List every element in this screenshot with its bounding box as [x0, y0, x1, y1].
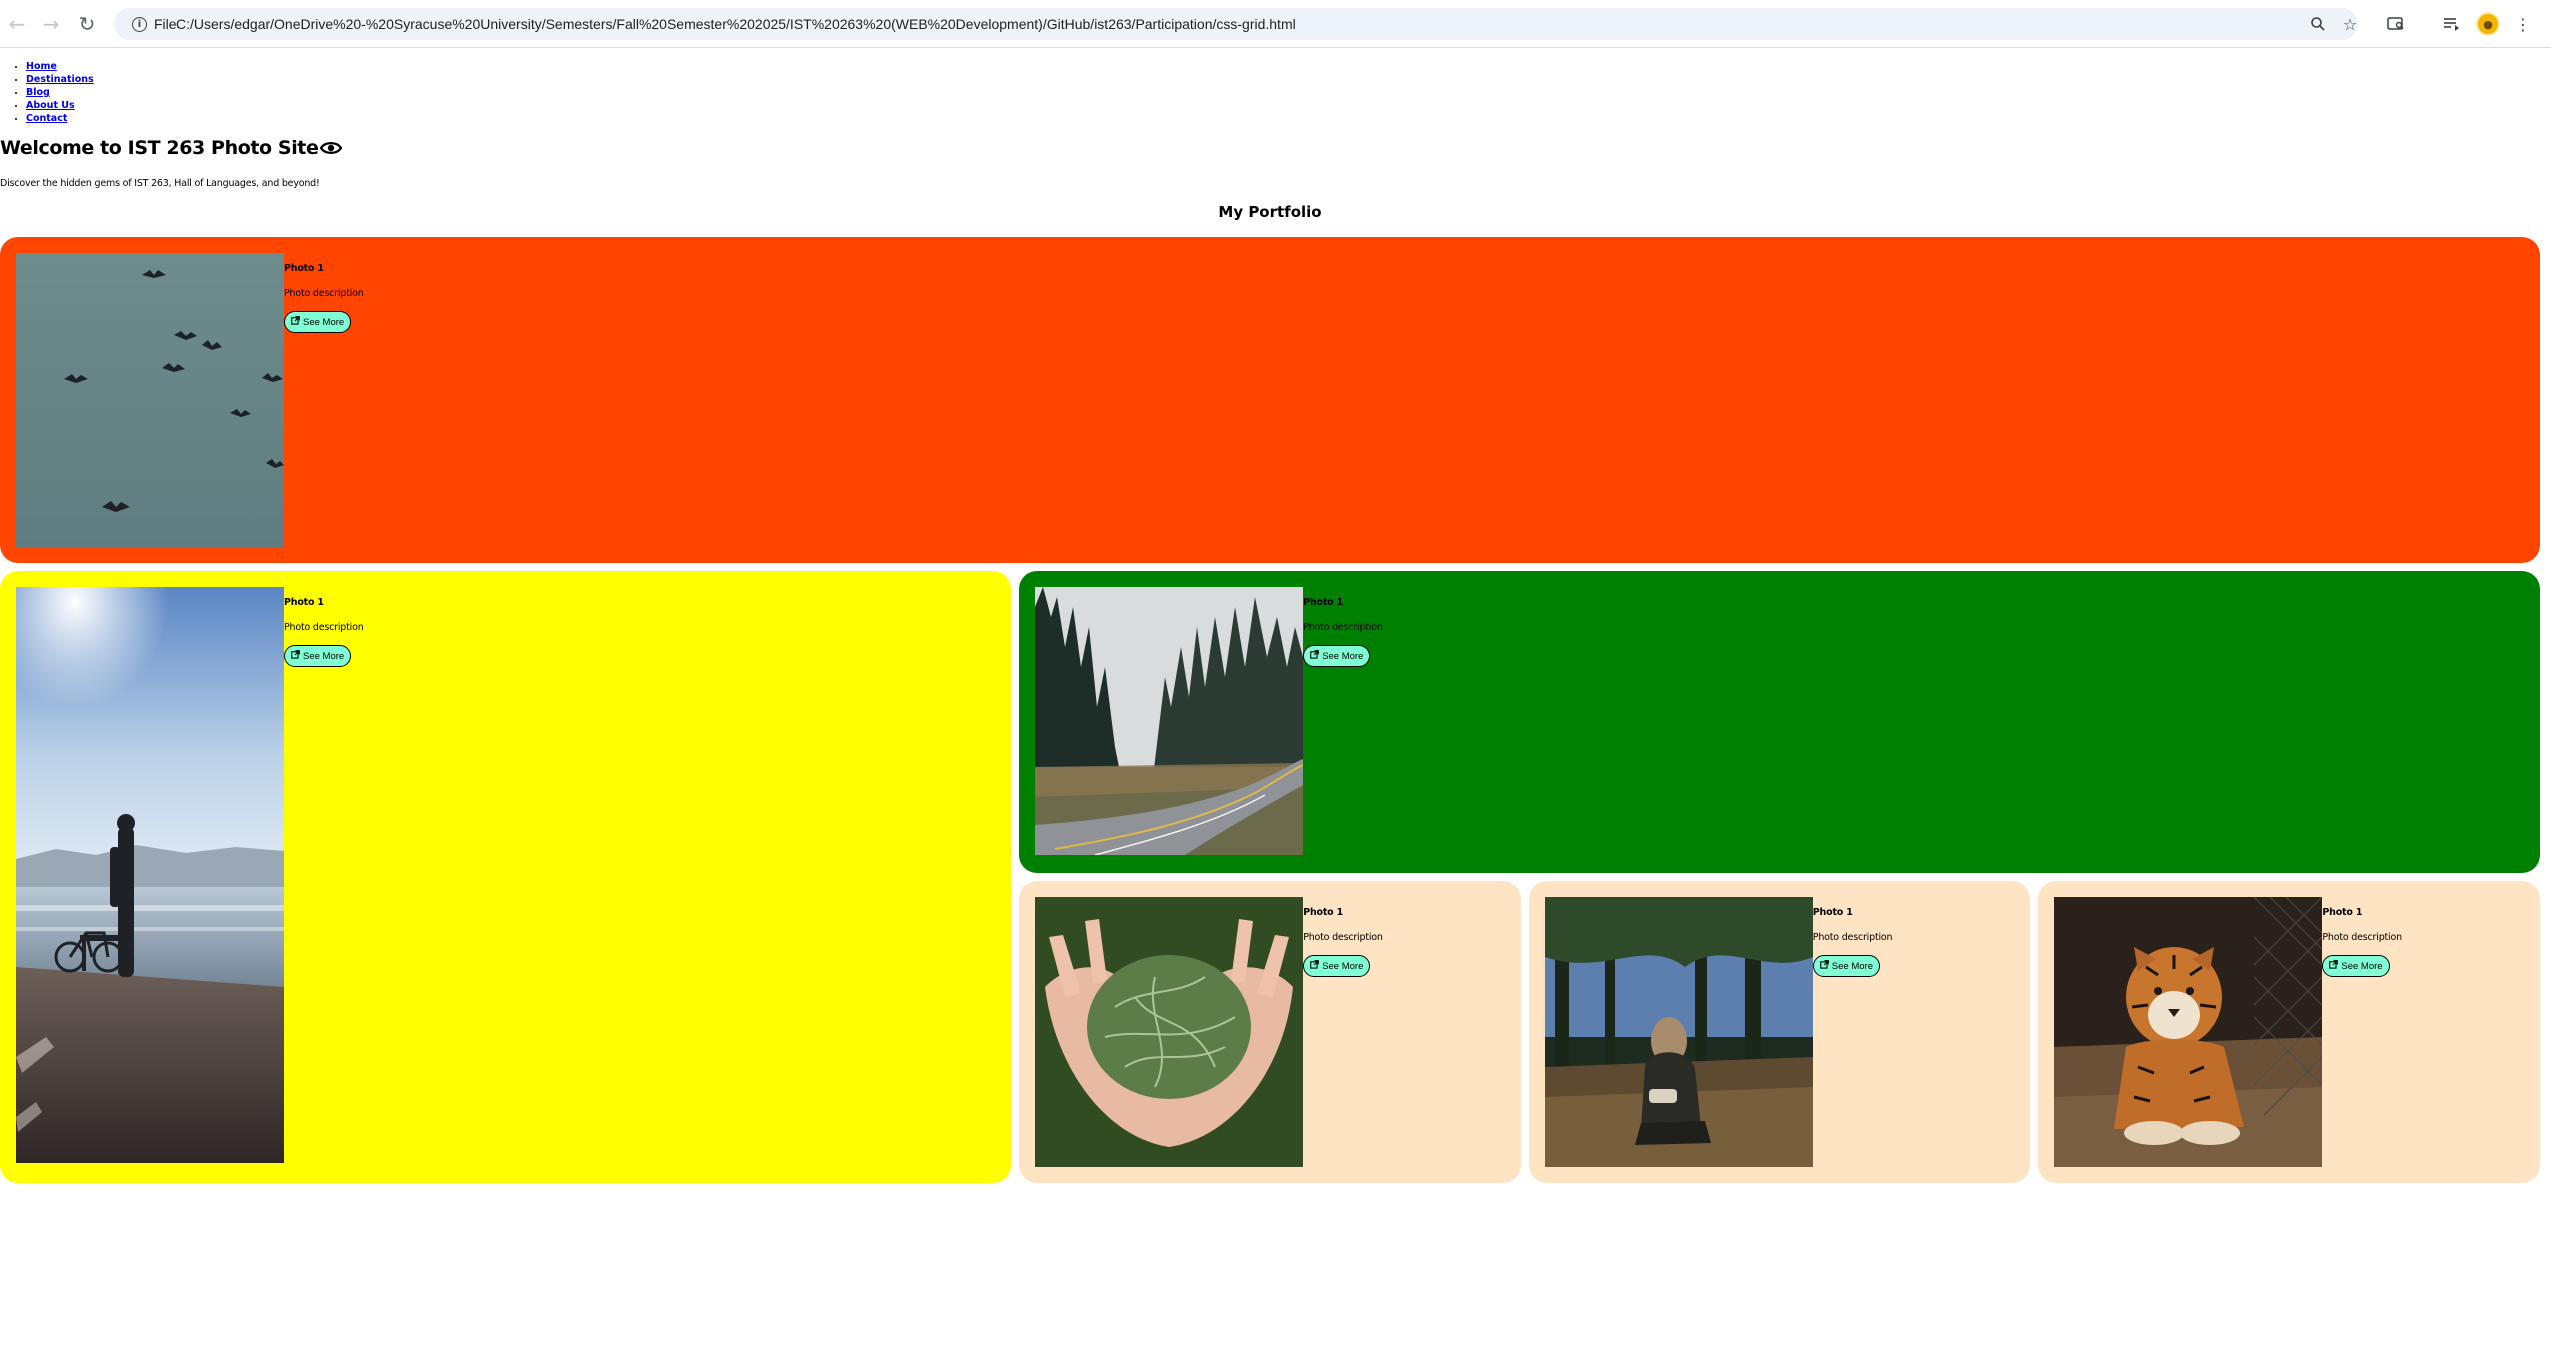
nav-item-contact: Contact — [26, 112, 94, 125]
portfolio-card: Photo 1 Photo description See More — [0, 237, 2540, 563]
portfolio-card: Photo 1 Photo description See More — [0, 571, 1012, 1183]
birds-photo — [16, 253, 284, 547]
more-menu-icon[interactable]: ⋮ — [2510, 11, 2536, 37]
photo-title: Photo 1 — [1812, 907, 1853, 918]
hands-pine-photo — [1035, 897, 1304, 1167]
see-more-button[interactable]: See More — [284, 645, 352, 667]
nav-link-destinations[interactable]: Destinations — [26, 74, 94, 85]
info-icon: i — [132, 16, 147, 32]
site-nav: Home Destinations Blog About Us Contact — [26, 60, 94, 125]
photo-title: Photo 1 — [284, 597, 324, 608]
woman-forest-photo — [1544, 897, 1813, 1167]
address-bar[interactable]: i File C:/Users/edgar/OneDrive%20-%20Syr… — [114, 8, 2358, 40]
nav-link-about[interactable]: About Us — [26, 100, 75, 111]
page-title-text: Welcome to IST 263 Photo Site — [0, 137, 319, 159]
see-more-button[interactable]: See More — [284, 311, 352, 333]
portfolio-card: Photo 1 Photo description See More — [1528, 881, 2031, 1183]
photo-description: Photo description — [284, 288, 364, 299]
card-text: Photo 1 Photo description See More — [284, 587, 364, 667]
nav-item-about: About Us — [26, 99, 94, 112]
card-text: Photo 1 Photo description See More — [2322, 897, 2402, 977]
portfolio-grid: Photo 1 Photo description See More Photo… — [0, 237, 2540, 1229]
tiger-photo — [2054, 897, 2323, 1167]
photo-description: Photo description — [284, 622, 364, 633]
reload-icon[interactable]: ↻ — [74, 11, 100, 37]
photo-description: Photo description — [1303, 932, 1383, 943]
external-link-icon — [1310, 650, 1320, 662]
see-more-label: See More — [303, 316, 345, 328]
card-text: Photo 1 Photo description See More — [1303, 897, 1383, 977]
see-more-button[interactable]: See More — [1303, 955, 1371, 977]
nav-link-home[interactable]: Home — [26, 61, 57, 72]
card-text: Photo 1 Photo description See More — [1303, 587, 1383, 667]
reading-list-icon[interactable] — [2439, 11, 2465, 37]
external-link-icon — [291, 316, 300, 328]
card-text: Photo 1 Photo description See More — [1812, 897, 1893, 977]
site-info-label: File — [154, 16, 177, 32]
external-link-icon — [2329, 960, 2339, 972]
portfolio-card: Photo 1 Photo description See More — [2038, 881, 2540, 1183]
see-more-label: See More — [303, 650, 345, 662]
photo-description: Photo description — [2322, 932, 2402, 943]
nav-item-home: Home — [26, 60, 94, 73]
see-more-label: See More — [2341, 960, 2383, 972]
forest-road-photo — [1035, 587, 1304, 855]
photo-title: Photo 1 — [1303, 907, 1344, 918]
external-link-icon — [1819, 960, 1829, 972]
portfolio-card: Photo 1 Photo description See More — [1019, 881, 1521, 1183]
page-title: Welcome to IST 263 Photo Site — [0, 137, 343, 161]
portfolio-heading: My Portfolio — [1218, 203, 1322, 221]
see-more-label: See More — [1322, 960, 1364, 972]
see-more-button[interactable]: See More — [1303, 645, 1371, 667]
photo-title: Photo 1 — [2322, 907, 2363, 918]
url-text[interactable]: C:/Users/edgar/OneDrive%20-%20Syracuse%2… — [176, 8, 1296, 40]
nav-link-blog[interactable]: Blog — [26, 87, 50, 98]
lake-cyclist-photo — [16, 587, 284, 1163]
portfolio-card: Photo 1 Photo description See More — [1019, 571, 2540, 873]
external-link-icon — [291, 650, 300, 662]
see-more-button[interactable]: See More — [1812, 955, 1880, 977]
nav-item-destinations: Destinations — [26, 73, 94, 86]
photo-description: Photo description — [1303, 622, 1383, 633]
card-text: Photo 1 Photo description See More — [284, 253, 364, 333]
nav-link-contact[interactable]: Contact — [26, 113, 67, 124]
photo-title: Photo 1 — [1303, 597, 1344, 608]
see-more-button[interactable]: See More — [2322, 955, 2390, 977]
profile-avatar[interactable]: ● — [2476, 12, 2500, 36]
page-content: Home Destinations Blog About Us Contact … — [0, 49, 2551, 1349]
eye-icon — [320, 139, 343, 161]
see-more-label: See More — [1322, 650, 1364, 662]
tab-search-icon[interactable] — [2383, 11, 2409, 37]
bookmark-star-icon[interactable]: ☆ — [2338, 12, 2362, 36]
forward-icon[interactable]: → — [38, 11, 64, 37]
photo-title: Photo 1 — [284, 263, 324, 274]
zoom-icon[interactable] — [2306, 12, 2330, 36]
back-icon[interactable]: ← — [4, 11, 30, 37]
nav-item-blog: Blog — [26, 86, 94, 99]
tagline: Discover the hidden gems of IST 263, Hal… — [0, 178, 320, 189]
browser-toolbar: ← → ↻ i File C:/Users/edgar/OneDrive%20-… — [0, 0, 2551, 48]
see-more-label: See More — [1831, 960, 1873, 972]
external-link-icon — [1310, 960, 1320, 972]
photo-description: Photo description — [1812, 932, 1893, 943]
